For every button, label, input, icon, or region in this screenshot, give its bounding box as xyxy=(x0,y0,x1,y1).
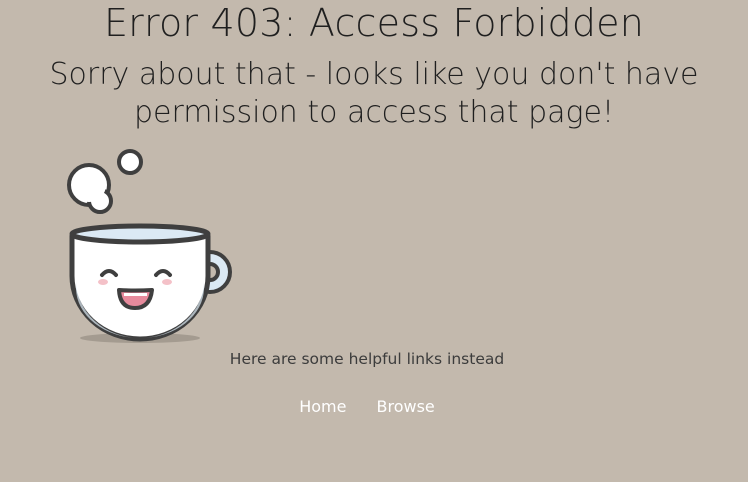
helpful-links-nav: Home Browse xyxy=(0,397,734,416)
page-title: Error 403: Access Forbidden xyxy=(103,1,645,45)
home-link[interactable]: Home xyxy=(299,397,346,416)
error-page: Error 403: Access Forbidden Sorry about … xyxy=(0,0,748,482)
helpful-links-text: Here are some helpful links instead xyxy=(229,350,505,368)
error-message: Sorry about that - looks like you don't … xyxy=(49,57,699,130)
happy-coffee-cup-icon xyxy=(67,149,232,343)
browse-link[interactable]: Browse xyxy=(376,397,434,416)
